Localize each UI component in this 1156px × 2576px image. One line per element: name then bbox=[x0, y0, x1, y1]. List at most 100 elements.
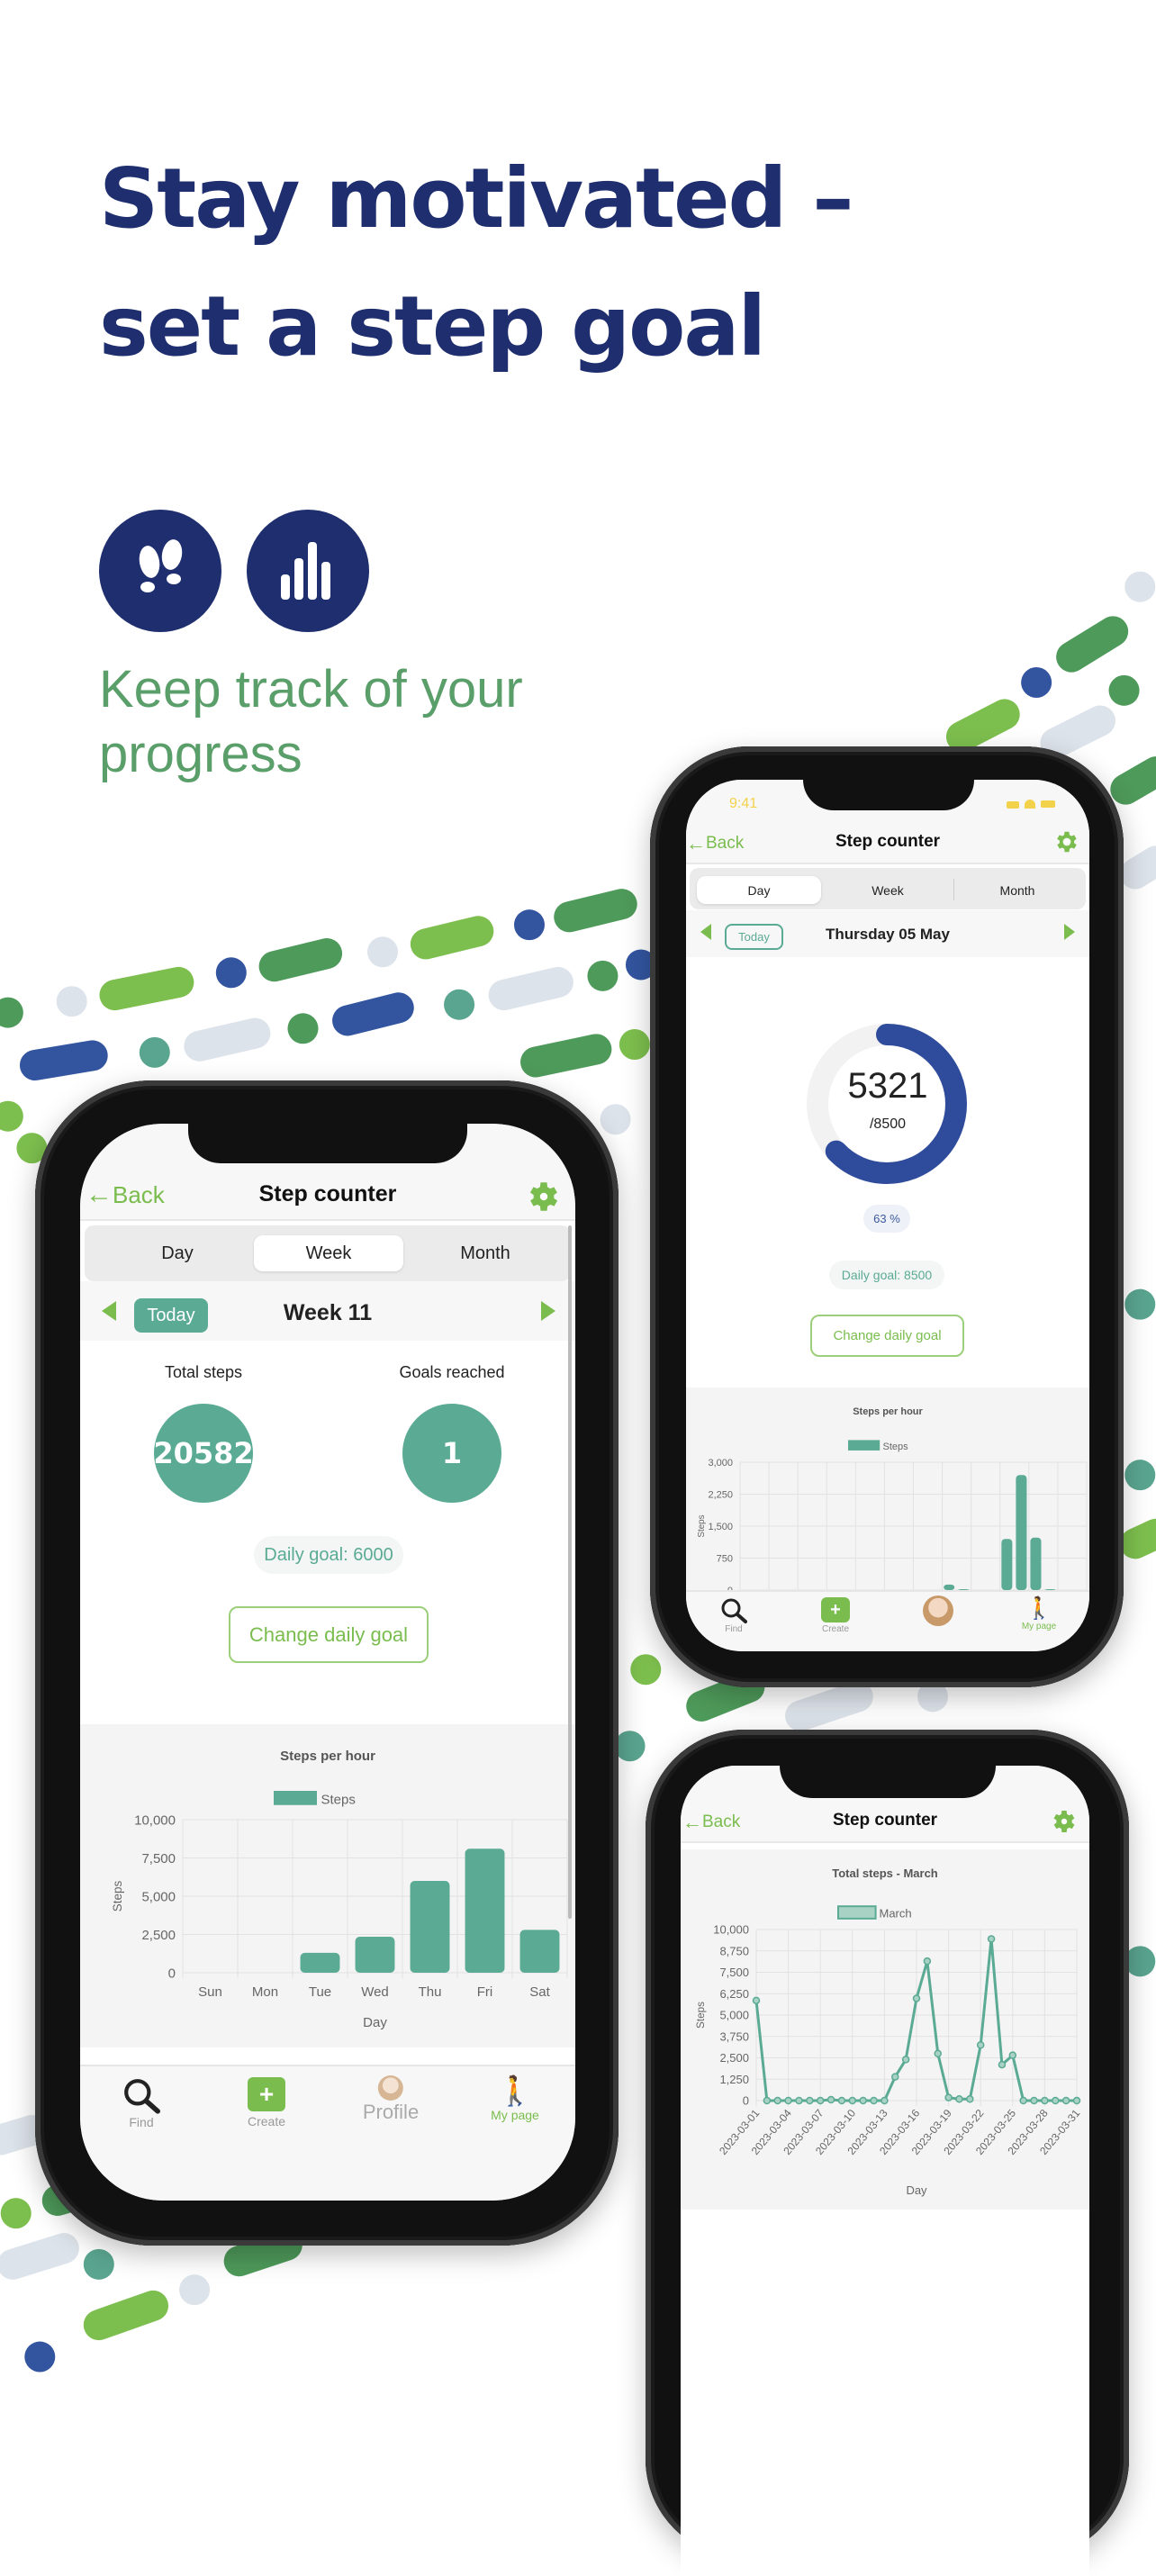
y-tick-label: 2,500 bbox=[141, 1928, 176, 1943]
bar bbox=[1001, 1539, 1013, 1590]
data-point bbox=[816, 2096, 825, 2105]
data-point bbox=[976, 2041, 985, 2049]
tab-week[interactable]: Week bbox=[825, 883, 951, 898]
data-point bbox=[1052, 2096, 1060, 2105]
y-axis-label: Steps bbox=[697, 1514, 707, 1537]
decorative-dash bbox=[1056, 616, 1129, 673]
x-axis-label: Day bbox=[363, 2015, 387, 2030]
decorative-dash bbox=[488, 966, 573, 1011]
tab-month[interactable]: Month bbox=[411, 1243, 560, 1264]
legend-label: Steps bbox=[321, 1792, 356, 1807]
date-nav: Today Week 11 bbox=[80, 1281, 575, 1341]
steps-goal: /8500 bbox=[869, 1116, 907, 1132]
walking-icon: 🚶 bbox=[1025, 1596, 1052, 1621]
y-tick-label: 2,500 bbox=[719, 2051, 749, 2065]
page-title: Step counter bbox=[835, 832, 941, 851]
gear-icon[interactable] bbox=[1050, 1807, 1079, 1836]
nav-my-page[interactable]: 🚶 My page bbox=[1022, 1595, 1056, 1631]
x-tick-label: Wed bbox=[361, 1984, 389, 2000]
legend-swatch bbox=[848, 1440, 881, 1451]
decorative-dash bbox=[258, 938, 343, 982]
plus-icon: + bbox=[248, 2077, 285, 2111]
y-tick-label: 0 bbox=[743, 2094, 749, 2108]
data-point bbox=[901, 2056, 910, 2064]
y-tick-label: 1,500 bbox=[708, 1522, 733, 1532]
decorative-dash bbox=[1119, 1518, 1156, 1559]
nav-my-page[interactable]: 🚶 My page bbox=[491, 2074, 539, 2122]
avatar bbox=[377, 2075, 403, 2101]
data-point bbox=[806, 2096, 814, 2105]
decorative-dash bbox=[0, 2115, 48, 2156]
nav-profile[interactable] bbox=[923, 1595, 953, 1626]
phone-month: ← Back Step counter Total steps - March Ma… bbox=[646, 1730, 1129, 2576]
legend-swatch bbox=[274, 1791, 317, 1805]
data-point bbox=[1030, 2096, 1038, 2105]
data-point bbox=[870, 2096, 878, 2105]
headline-line-2: set a step goal bbox=[99, 278, 766, 375]
data-point bbox=[837, 2096, 846, 2105]
legend-swatch bbox=[837, 1905, 877, 1920]
avatar bbox=[923, 1595, 953, 1626]
tab-day[interactable]: Day bbox=[103, 1243, 252, 1264]
tagline-line-2: progress bbox=[99, 725, 303, 783]
nav-profile[interactable]: Profile bbox=[363, 2075, 419, 2124]
gear-icon[interactable] bbox=[1053, 828, 1080, 855]
decorative-dash bbox=[686, 1671, 765, 1722]
daily-goal-badge: Daily goal: 6000 bbox=[254, 1536, 403, 1574]
data-point bbox=[773, 2096, 781, 2105]
bar bbox=[355, 1937, 395, 1973]
headline: Stay motivated – set a step goal bbox=[99, 135, 853, 391]
legend-label: March bbox=[880, 1907, 912, 1921]
legend-label: Steps bbox=[883, 1442, 909, 1452]
status-icons bbox=[1007, 798, 1055, 809]
x-tick-label: Sat bbox=[529, 1984, 550, 2000]
x-tick-label: Fri bbox=[477, 1984, 493, 2000]
nav-find[interactable]: Find bbox=[122, 2077, 160, 2129]
nav-label: Create bbox=[247, 2114, 286, 2129]
change-daily-goal-button[interactable]: Change daily goal bbox=[810, 1315, 964, 1357]
goals-reached-value: 1 bbox=[402, 1404, 501, 1503]
data-point bbox=[944, 2093, 953, 2101]
decorative-dash bbox=[99, 966, 194, 1011]
x-tick-label: Tue bbox=[309, 1984, 331, 2000]
data-point bbox=[934, 2049, 942, 2057]
tab-month[interactable]: Month bbox=[954, 883, 1080, 898]
nav-create[interactable]: + Create bbox=[821, 1597, 850, 1634]
bar bbox=[1030, 1537, 1042, 1590]
search-icon bbox=[124, 2079, 160, 2114]
y-axis-label: Steps bbox=[111, 1880, 124, 1912]
total-steps-label: Total steps bbox=[164, 1363, 243, 1381]
decorative-dash bbox=[1110, 756, 1156, 805]
nav-find[interactable]: Find bbox=[720, 1597, 747, 1634]
nav-label: My page bbox=[1021, 1622, 1057, 1631]
daily-goal-badge: Daily goal: 8500 bbox=[829, 1261, 944, 1289]
y-tick-label: 750 bbox=[717, 1553, 733, 1564]
chart-title: Steps per hour bbox=[853, 1406, 923, 1417]
scrollbar[interactable] bbox=[568, 1225, 572, 1919]
next-arrow-icon[interactable] bbox=[1064, 924, 1075, 940]
total-steps-value: 20582 bbox=[153, 1404, 254, 1503]
y-tick-label: 7,500 bbox=[719, 1966, 749, 1979]
data-point bbox=[784, 2096, 792, 2105]
phone-day: 9:41 ← Back Step counter Day Week Month T… bbox=[650, 746, 1124, 1687]
plus-icon: + bbox=[821, 1597, 850, 1622]
decorative-dash bbox=[0, 2233, 79, 2280]
x-tick-label: Mon bbox=[252, 1984, 278, 2000]
decorative-dash bbox=[1119, 845, 1156, 890]
battery-icon bbox=[1041, 800, 1055, 808]
date-label: Thursday 05 May bbox=[826, 926, 950, 943]
data-point bbox=[1061, 2096, 1070, 2105]
change-daily-goal-button[interactable]: Change daily goal bbox=[229, 1606, 429, 1663]
gear-icon[interactable] bbox=[525, 1178, 563, 1216]
nav-create[interactable]: + Create bbox=[248, 2077, 285, 2129]
tab-week[interactable]: Week bbox=[254, 1243, 403, 1264]
data-point bbox=[752, 1996, 761, 2005]
nav-label: Profile bbox=[362, 2101, 420, 2123]
decorative-dash bbox=[554, 889, 637, 933]
decorative-dash bbox=[410, 916, 494, 960]
y-tick-label: 2,250 bbox=[708, 1489, 733, 1500]
period-tabs: Day Week Month bbox=[85, 1225, 571, 1281]
y-tick-label: 3,000 bbox=[708, 1458, 733, 1469]
next-arrow-icon[interactable] bbox=[541, 1301, 555, 1321]
tab-day[interactable]: Day bbox=[697, 883, 821, 898]
